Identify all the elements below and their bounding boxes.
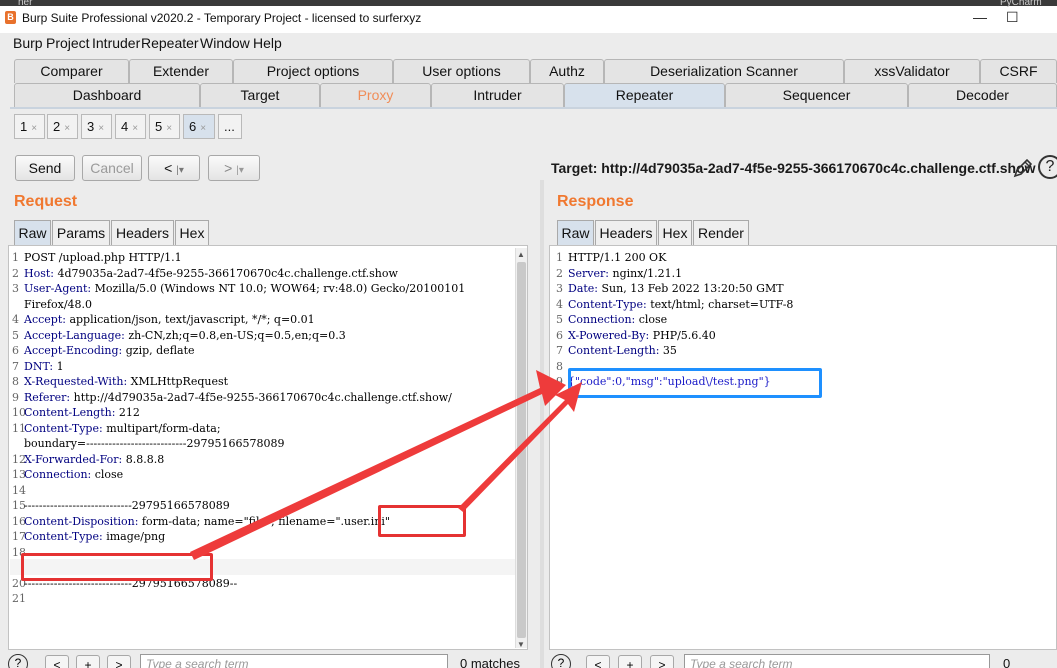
response-search-input[interactable]: Type a search term [684, 654, 990, 668]
response-search-help-icon[interactable]: ? [551, 654, 571, 668]
request-search-input[interactable]: Type a search term [140, 654, 448, 668]
response-search-prev-button[interactable]: < [586, 655, 610, 668]
annotation-arrows [190, 370, 582, 560]
request-search-prev-button[interactable]: < [45, 655, 69, 668]
response-match-count: 0 matches [1003, 656, 1011, 668]
annotation-arrow-long [190, 370, 566, 560]
request-search-add-button[interactable]: + [76, 655, 100, 668]
request-match-count: 0 matches [460, 656, 520, 668]
request-search-next-button[interactable]: > [107, 655, 131, 668]
request-search-help-icon[interactable]: ? [8, 654, 28, 668]
response-search-add-button[interactable]: + [618, 655, 642, 668]
response-search-next-button[interactable]: > [650, 655, 674, 668]
